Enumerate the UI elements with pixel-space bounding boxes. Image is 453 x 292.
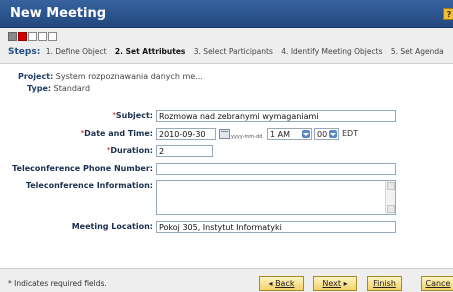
step-progress — [8, 32, 58, 42]
location-input[interactable]: Pokoj 305, Instytut Informatyki — [156, 221, 396, 233]
scroll-down-button[interactable] — [387, 205, 395, 213]
step-select-participants[interactable]: 3. Select Participants — [194, 47, 273, 56]
tele-info-textarea[interactable] — [156, 180, 396, 215]
step-identify-meeting-objects[interactable]: 4. Identify Meeting Objects — [281, 47, 382, 56]
location-label: Meeting Location: — [71, 222, 153, 231]
hour-value: 1 AM — [270, 130, 291, 139]
cancel-button[interactable]: Cance — [421, 276, 453, 291]
minute-select[interactable]: 00 — [314, 128, 339, 140]
hour-select[interactable]: 1 AM — [267, 128, 312, 140]
duration-label: *Duration: — [106, 146, 153, 155]
minute-value: 00 — [317, 130, 328, 139]
tele-phone-input[interactable] — [156, 163, 396, 175]
help-button[interactable]: ? — [443, 8, 453, 20]
type-label: Type: — [27, 84, 52, 93]
step-set-agenda[interactable]: 5. Set Agenda — [391, 47, 444, 56]
progress-box-3 — [28, 32, 37, 41]
footer-bar: * Indicates required fields. ◂ Back Next… — [0, 268, 453, 292]
project-label: Project: — [18, 72, 54, 81]
project-row: Project: System rozpoznawania danych me.… — [18, 72, 203, 81]
progress-box-4 — [38, 32, 47, 41]
chevron-down-icon — [302, 130, 310, 138]
date-format-hint: yyyy-mm-dd — [231, 134, 263, 140]
subject-label: *Subject: — [112, 111, 153, 120]
progress-box-1 — [8, 32, 17, 41]
date-time-label: *Date and Time: — [80, 129, 153, 138]
steps-bar: Steps: 1. Define Object 2. Set Attribute… — [0, 28, 453, 64]
project-value: System rozpoznawania danych me... — [55, 72, 203, 81]
tele-phone-label: Teleconference Phone Number: — [12, 164, 153, 173]
title-bar: New Meeting ? — [0, 0, 453, 28]
finish-button[interactable]: Finish — [367, 276, 402, 291]
type-value: Standard — [53, 84, 91, 93]
tele-info-label: Teleconference Information: — [25, 181, 153, 190]
date-input[interactable]: 2010-09-30 — [156, 128, 216, 140]
calendar-icon[interactable] — [219, 129, 230, 139]
step-set-attributes[interactable]: 2. Set Attributes — [115, 47, 185, 56]
subject-input[interactable]: Rozmowa nad zebranymi wymaganiami — [156, 110, 396, 122]
timezone-label: EDT — [342, 129, 359, 138]
chevron-down-icon — [329, 130, 337, 138]
back-button[interactable]: ◂ Back — [259, 276, 304, 291]
window-title: New Meeting — [10, 6, 107, 21]
next-button[interactable]: Next ▸ — [313, 276, 357, 291]
duration-input[interactable]: 2 — [156, 145, 213, 157]
scroll-up-button[interactable] — [387, 182, 395, 190]
step-define-object[interactable]: 1. Define Object — [46, 47, 107, 56]
steps-label: Steps: — [8, 47, 41, 57]
progress-box-5 — [48, 32, 57, 41]
steps-list: Steps: 1. Define Object 2. Set Attribute… — [8, 47, 450, 57]
required-fields-note: * Indicates required fields. — [8, 279, 107, 288]
textarea-scrollbar[interactable] — [385, 181, 395, 214]
progress-box-2 — [18, 32, 27, 41]
type-row: Type: Standard — [27, 84, 90, 93]
